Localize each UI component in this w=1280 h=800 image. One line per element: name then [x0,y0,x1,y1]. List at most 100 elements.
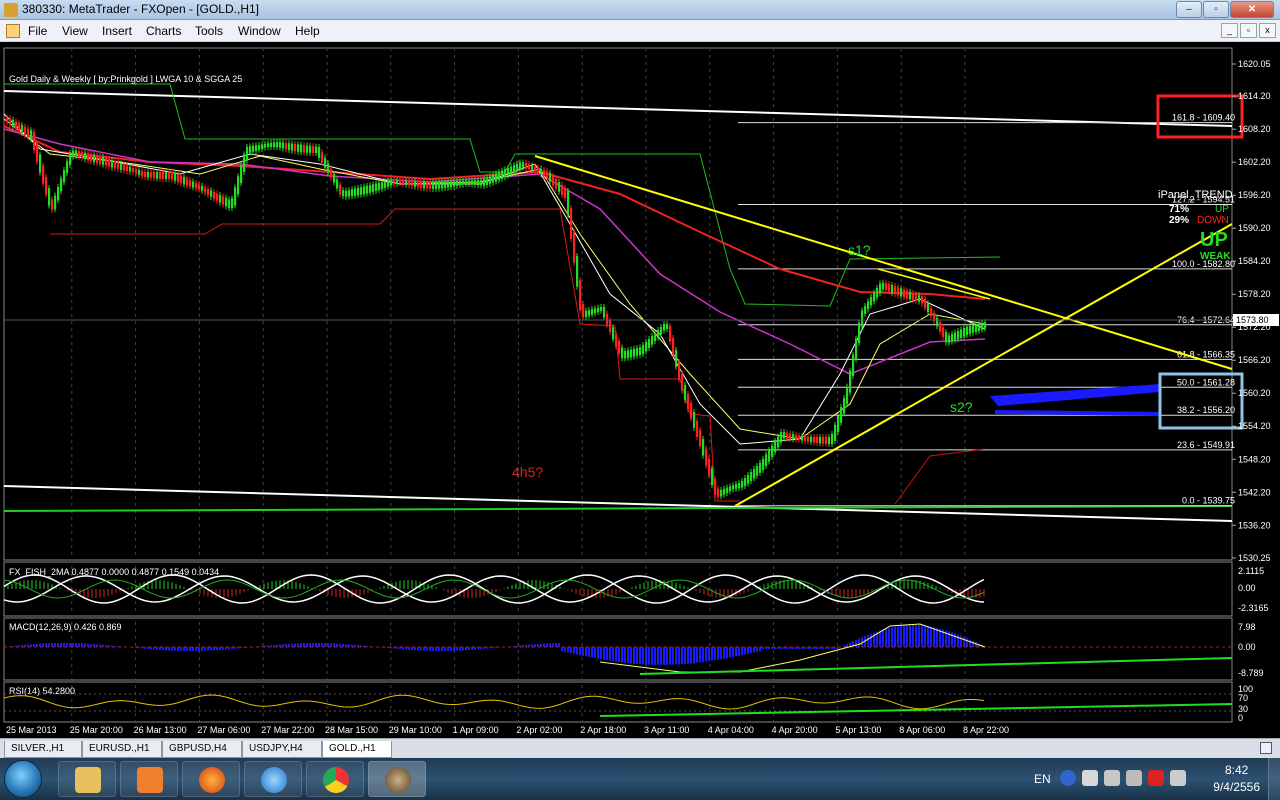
help-icon[interactable] [1060,770,1076,786]
taskbar-chrome[interactable] [306,761,364,797]
language-indicator[interactable]: EN [1034,772,1051,786]
menu-tools[interactable]: Tools [195,24,223,38]
taskbar-explorer[interactable] [58,761,116,797]
chart-area[interactable]: 161.8 - 1609.40 127.2 - 1594.51 100.0 - 15… [0,44,1280,738]
close-button[interactable]: ✕ [1230,1,1274,18]
candle-body [522,162,525,168]
tab-usdjpy[interactable]: USDJPY,H4 [242,741,322,758]
chart-document-icon[interactable] [6,24,20,38]
security-icon[interactable] [1148,770,1164,786]
menu-insert[interactable]: Insert [102,24,132,38]
price-tick-label: 1542.20 [1238,487,1271,497]
tab-gold[interactable]: GOLD.,H1 [322,741,392,758]
volume-icon[interactable] [1170,770,1186,786]
tab-gbpusd[interactable]: GBPUSD,H4 [162,741,242,758]
candle-body [609,320,612,333]
macd-bar [663,647,665,665]
mdi-minimize-button[interactable]: _ [1221,23,1238,38]
menu-charts[interactable]: Charts [146,24,181,38]
minimize-button[interactable]: – [1176,1,1202,18]
menu-help[interactable]: Help [295,24,320,38]
candle-body [186,178,189,186]
candle-body [942,327,945,338]
macd-bar [894,626,896,647]
candle-body [63,169,66,183]
clock-time: 8:42 [1224,763,1249,777]
maximize-button[interactable]: ▫ [1203,1,1229,18]
candle-body [159,172,162,179]
tab-eurusd[interactable]: EURUSD.,H1 [82,741,162,758]
fib-label: 23.6 - 1549.91 [1177,440,1235,450]
candle-body [678,362,681,380]
start-button[interactable] [4,760,42,798]
mdi-close-button[interactable]: x [1259,23,1276,38]
mdi-restore-button[interactable]: ▫ [1240,23,1257,38]
time-axis: 25 Mar 2013 25 Mar 20:00 26 Mar 13:00 27 Ma… [6,725,1009,735]
macd-bar [570,647,572,654]
candle-body [336,179,339,189]
candle-body [981,323,984,330]
candle-body [297,144,300,152]
price-chart[interactable]: 161.8 - 1609.40127.2 - 1594.51100.0 - 15… [0,44,1280,738]
candle-body [495,173,498,182]
candle-body [90,153,93,162]
network-icon[interactable] [1126,770,1142,786]
candle-body [960,329,963,338]
candle-body [927,303,930,313]
tab-silver[interactable]: SILVER.,H1 [4,741,82,758]
flag-icon[interactable] [1104,770,1120,786]
tabs-scroll-button[interactable] [1260,742,1272,754]
title-bar[interactable]: 380330: MetaTrader - FXOpen - [GOLD.,H1]… [0,0,1280,20]
candle-body [984,322,987,329]
menu-window[interactable]: Window [238,24,281,38]
candle-body [18,123,21,132]
show-desktop-button[interactable] [1268,758,1280,800]
clock[interactable]: 8:42 9/4/2556 [1213,762,1260,796]
macd-bar [657,647,659,665]
support-line [3,505,1233,512]
macd-bar [903,625,905,647]
candle-body [969,326,972,334]
taskbar-media-player[interactable] [120,761,178,797]
candle-body [621,347,624,359]
taskbar-metatrader[interactable] [368,761,426,797]
candle-body [558,182,561,192]
macd-bar [870,633,872,647]
blue-bar [994,410,1161,416]
trendline-up [734,223,1233,507]
candle-body [387,180,390,187]
candle-body [87,153,90,161]
taskbar-ie[interactable] [244,761,302,797]
candle-body [273,142,276,148]
taskbar-firefox[interactable] [182,761,240,797]
tool-icon[interactable] [1082,770,1098,786]
menu-view[interactable]: View [62,24,88,38]
macd-bar [84,643,86,647]
macd-bar [705,647,707,662]
candle-body [852,354,855,377]
fisher-axis-bottom: -2.3165 [1238,603,1269,613]
candle-body [255,145,258,151]
candle-body [9,118,12,125]
menu-file[interactable]: File [28,24,47,38]
fib-label: 161.8 - 1609.40 [1172,113,1235,123]
candle-body [177,174,180,183]
macd-bar [567,647,569,653]
candle-body [231,198,234,208]
rsi-trendline [599,703,1233,717]
macd-bar [960,635,962,647]
candle-body [279,142,282,148]
candle-body [669,326,672,342]
candle-body [135,169,138,174]
time-tick-label: 8 Apr 22:00 [963,725,1009,735]
current-price-label: 1573.80 [1236,315,1269,325]
candle-body [537,167,540,173]
time-tick-label: 3 Apr 11:00 [644,725,689,735]
candle-body [141,171,144,177]
candle-body [342,190,345,197]
candle-body [564,188,567,198]
macd-bar [66,643,68,647]
candle-body [420,181,423,188]
candle-body [888,283,891,292]
candle-body [546,171,549,179]
